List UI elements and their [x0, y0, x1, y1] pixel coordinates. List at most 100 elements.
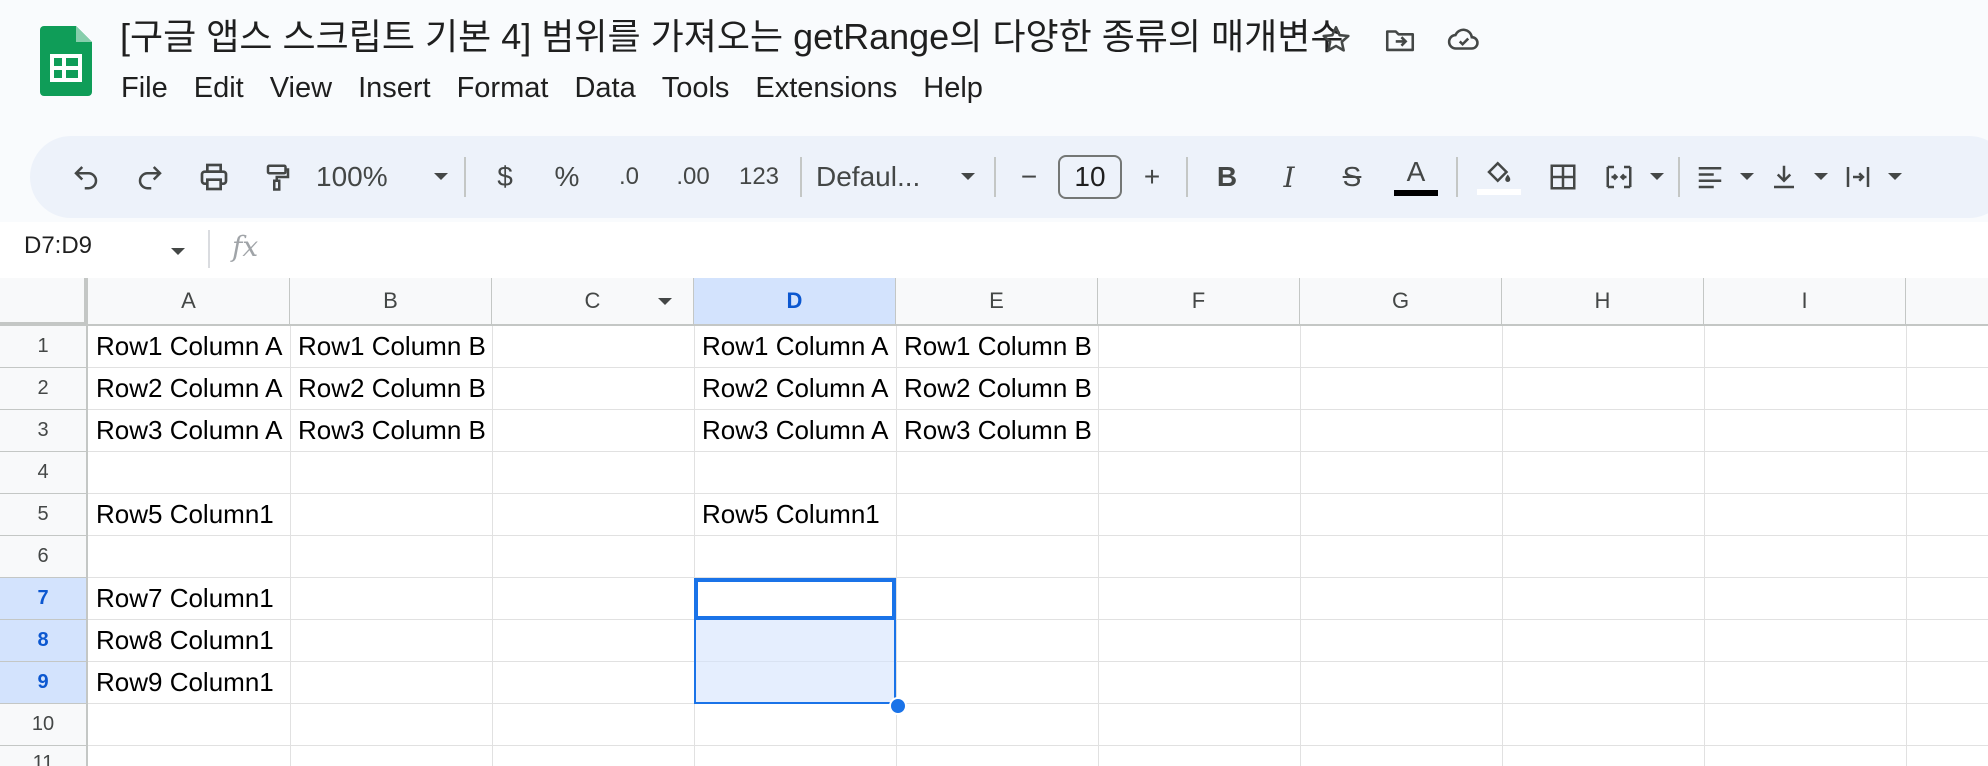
row-header-7[interactable]: 7 — [0, 578, 88, 620]
column-header-c[interactable]: C — [492, 278, 694, 326]
grid-line — [1906, 326, 1907, 766]
font-value: Defaul... — [816, 161, 921, 192]
number-format-label: 123 — [738, 163, 780, 190]
row-header-10[interactable]: 10 — [0, 704, 88, 746]
formula-input[interactable] — [290, 230, 1980, 270]
grid-line — [1300, 326, 1301, 766]
cell-e3[interactable]: Row3 Column B — [904, 410, 1092, 450]
chevron-down-icon[interactable] — [1806, 136, 1836, 218]
cell-d5[interactable]: Row5 Column1 — [702, 494, 880, 534]
fill-color-button[interactable] — [1466, 136, 1532, 218]
cell-a9[interactable]: Row9 Column1 — [96, 662, 274, 702]
toolbar-divider — [1456, 157, 1458, 197]
more-formats-button[interactable]: 123 — [726, 136, 792, 218]
cell-b1[interactable]: Row1 Column B — [298, 326, 486, 366]
borders-icon[interactable] — [1532, 136, 1594, 218]
menu-tools[interactable]: Tools — [649, 68, 743, 108]
currency-format-button[interactable]: $ — [474, 136, 536, 218]
increase-decimal-button[interactable]: .00 — [660, 136, 726, 218]
cloud-saved-icon[interactable] — [1444, 20, 1484, 60]
increase-font-size-button[interactable]: + — [1126, 136, 1178, 218]
column-header-a[interactable]: A — [88, 278, 290, 326]
document-title[interactable]: [구글 앱스 스크립트 기본 4] 범위를 가져오는 getRange의 다양한… — [120, 14, 1344, 60]
vertical-align-bottom-icon[interactable] — [1762, 136, 1806, 218]
decrease-decimal-button[interactable]: .0 — [598, 136, 660, 218]
cell-a8[interactable]: Row8 Column1 — [96, 620, 274, 660]
row-header-8[interactable]: 8 — [0, 620, 88, 662]
chevron-down-icon[interactable] — [1880, 136, 1910, 218]
strikethrough-label: S — [1342, 161, 1362, 192]
column-header-i[interactable]: I — [1704, 278, 1906, 326]
font-size-input[interactable]: 10 — [1058, 155, 1122, 199]
cell-a2[interactable]: Row2 Column A — [96, 368, 282, 408]
italic-button[interactable]: I — [1258, 136, 1320, 218]
select-all-corner[interactable] — [0, 278, 88, 326]
row-header-1[interactable]: 1 — [0, 326, 88, 368]
chevron-down-icon[interactable] — [1644, 136, 1670, 218]
cell-a7[interactable]: Row7 Column1 — [96, 578, 274, 618]
grid-line — [88, 535, 1988, 536]
paint-format-icon[interactable] — [246, 136, 310, 218]
column-header-d[interactable]: D — [694, 278, 896, 326]
chevron-down-icon[interactable] — [170, 244, 186, 262]
percent-format-button[interactable]: % — [536, 136, 598, 218]
strikethrough-button[interactable]: S — [1320, 136, 1384, 218]
paint-bucket-icon — [1487, 161, 1511, 183]
zoom-select[interactable]: 100% — [310, 136, 426, 218]
row-header-2[interactable]: 2 — [0, 368, 88, 410]
menu-view[interactable]: View — [257, 68, 345, 108]
bold-button[interactable]: B — [1196, 136, 1258, 218]
cell-b2[interactable]: Row2 Column B — [298, 368, 486, 408]
font-select[interactable]: Defaul... — [810, 136, 986, 218]
column-header-b[interactable]: B — [290, 278, 492, 326]
row-header-4[interactable]: 4 — [0, 452, 88, 494]
text-color-swatch — [1394, 190, 1438, 196]
toolbar-divider — [800, 157, 802, 197]
menu-file[interactable]: File — [108, 68, 181, 108]
fill-handle[interactable] — [889, 697, 907, 715]
active-cell-d7[interactable] — [694, 578, 896, 620]
google-sheets-logo[interactable] — [40, 26, 92, 96]
row-header-11[interactable]: 11 — [0, 746, 88, 766]
column-header-overflow[interactable] — [1906, 278, 1988, 326]
cell-d3[interactable]: Row3 Column A — [702, 410, 888, 450]
merge-cells-icon[interactable] — [1594, 136, 1644, 218]
menu-help[interactable]: Help — [910, 68, 996, 108]
menu-format[interactable]: Format — [444, 68, 562, 108]
column-header-e[interactable]: E — [896, 278, 1098, 326]
menu-data[interactable]: Data — [561, 68, 648, 108]
cell-e1[interactable]: Row1 Column B — [904, 326, 1092, 366]
cell-d2[interactable]: Row2 Column A — [702, 368, 888, 408]
row-header-9[interactable]: 9 — [0, 662, 88, 704]
decrease-decimal-label: .0 — [618, 163, 639, 190]
text-wrapping-icon[interactable] — [1836, 136, 1880, 218]
column-header-f[interactable]: F — [1098, 278, 1300, 326]
redo-icon[interactable] — [118, 136, 182, 218]
cell-a3[interactable]: Row3 Column A — [96, 410, 282, 450]
move-to-folder-icon[interactable] — [1380, 20, 1420, 60]
row-header-6[interactable]: 6 — [0, 536, 88, 578]
cell-a5[interactable]: Row5 Column1 — [96, 494, 274, 534]
grid-line — [88, 451, 1988, 452]
align-left-icon[interactable] — [1688, 136, 1732, 218]
menu-extensions[interactable]: Extensions — [742, 68, 910, 108]
chevron-down-icon[interactable] — [426, 136, 456, 218]
row-header-5[interactable]: 5 — [0, 494, 88, 536]
cell-e2[interactable]: Row2 Column B — [904, 368, 1092, 408]
menu-insert[interactable]: Insert — [345, 68, 444, 108]
name-box[interactable]: D7:D9 — [24, 232, 92, 260]
cell-a1[interactable]: Row1 Column A — [96, 326, 282, 366]
text-color-button[interactable]: A — [1384, 136, 1448, 218]
undo-icon[interactable] — [54, 136, 118, 218]
column-header-h[interactable]: H — [1502, 278, 1704, 326]
decrease-font-size-button[interactable]: − — [1004, 136, 1054, 218]
row-header-3[interactable]: 3 — [0, 410, 88, 452]
star-icon[interactable] — [1316, 20, 1356, 60]
chevron-down-icon[interactable] — [1732, 136, 1762, 218]
text-color-label: A — [1406, 156, 1426, 187]
cell-b3[interactable]: Row3 Column B — [298, 410, 486, 450]
cell-d1[interactable]: Row1 Column A — [702, 326, 888, 366]
print-icon[interactable] — [182, 136, 246, 218]
column-header-g[interactable]: G — [1300, 278, 1502, 326]
menu-edit[interactable]: Edit — [181, 68, 257, 108]
